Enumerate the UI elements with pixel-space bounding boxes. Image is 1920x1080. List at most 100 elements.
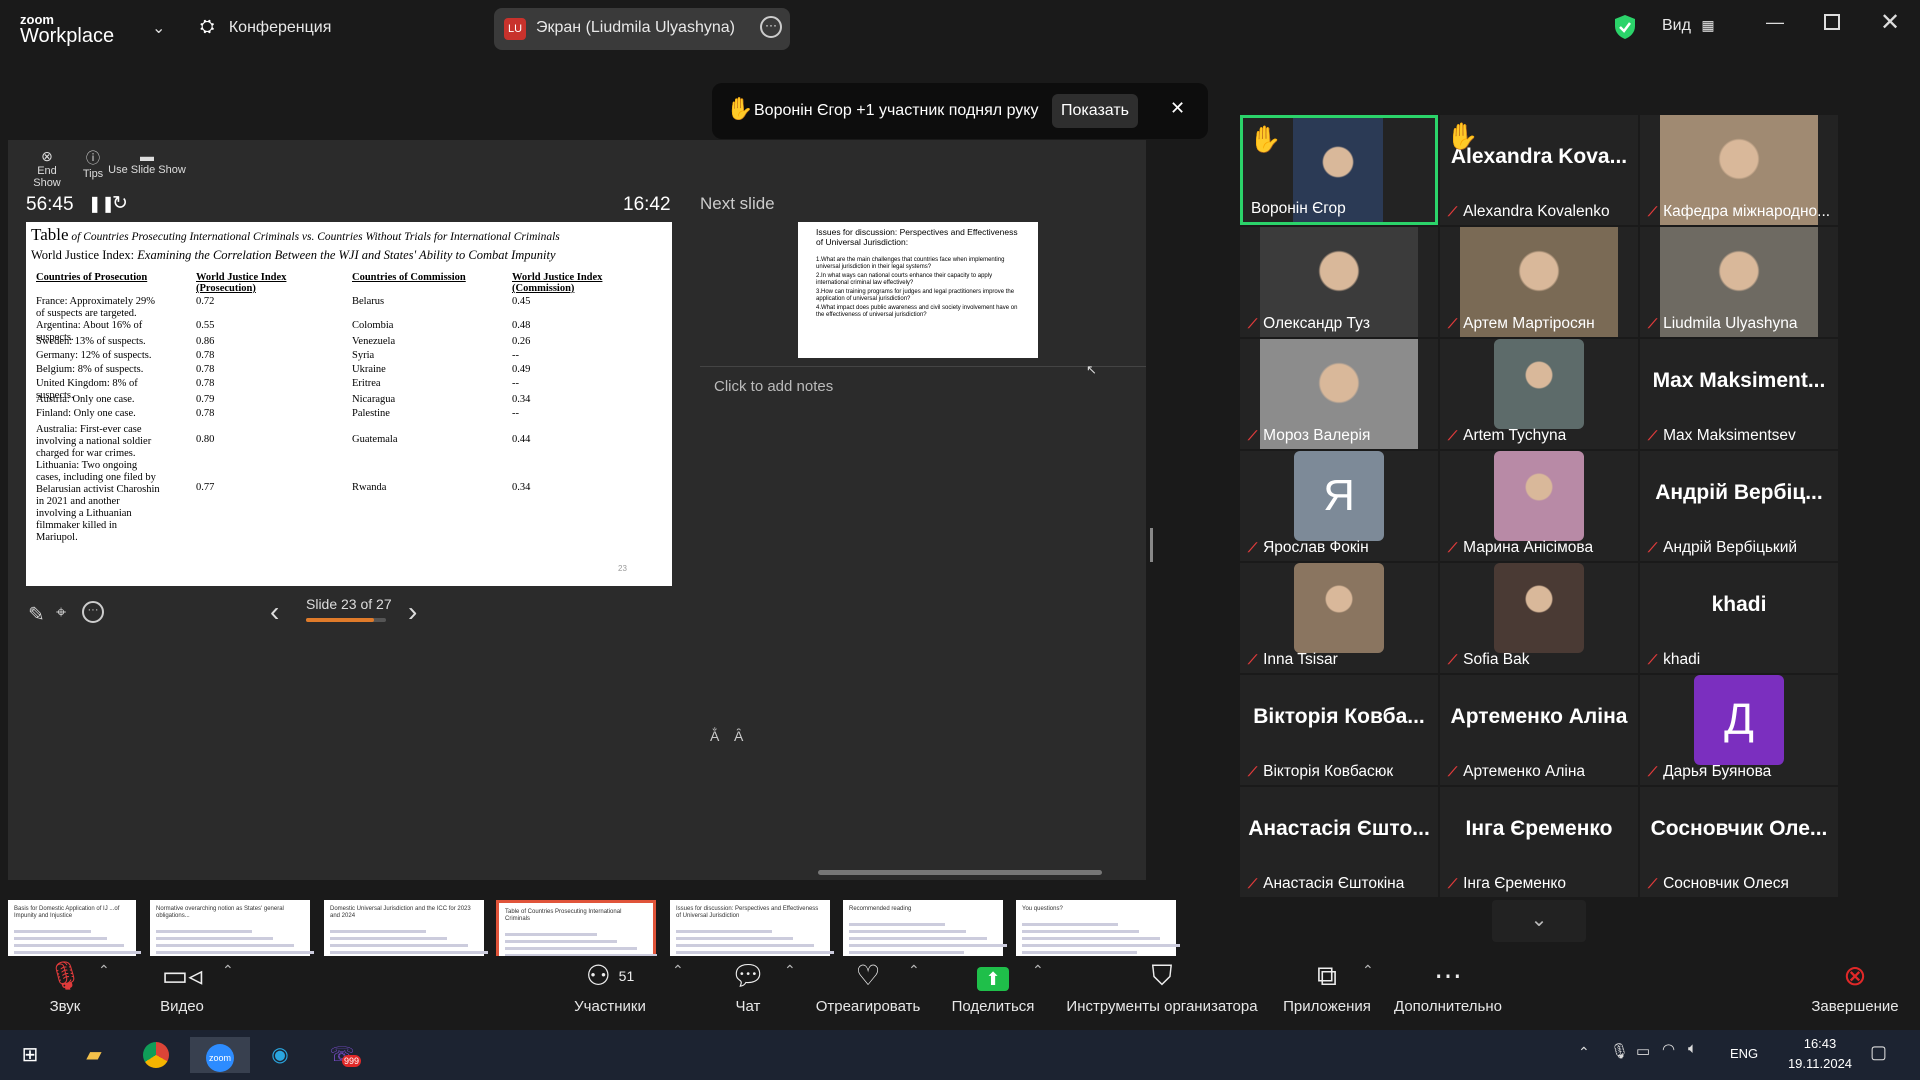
close-icon[interactable]: ✕ (1880, 8, 1900, 37)
participant-tile[interactable]: Д ⟋ Дарья Буянова (1640, 675, 1838, 785)
participant-tile[interactable]: khadi ⟋ khadi (1640, 563, 1838, 673)
participant-tile[interactable]: ⟋ Марина Анісімова (1440, 451, 1638, 561)
chat-icon: 💬︎ (730, 960, 766, 991)
thumbnail-line (849, 937, 987, 940)
participants-options-icon[interactable]: ⌃ (672, 962, 684, 979)
participant-tile[interactable]: ⟋ Олександр Туз (1240, 227, 1438, 337)
video-button[interactable]: ▭◃ Видео (152, 956, 212, 1015)
battery-icon[interactable]: ▭ (1636, 1042, 1650, 1060)
security-shield-icon[interactable] (1614, 14, 1636, 40)
minimize-icon[interactable]: — (1766, 12, 1784, 33)
thumbnail-line (849, 944, 1008, 947)
apps-options-icon[interactable]: ⌃ (1362, 962, 1374, 979)
participant-tile[interactable]: Артеменко Аліна ⟋ Артеменко Аліна (1440, 675, 1638, 785)
end-label: Завершение (1811, 998, 1899, 1015)
share-button[interactable]: ⬆ Поделиться (948, 956, 1038, 1015)
participant-tile[interactable]: Я ⟋ Ярослав Фокін (1240, 451, 1438, 561)
chevron-down-icon[interactable]: ⌄ (152, 18, 165, 38)
host-tools-button[interactable]: ⛉ Инструменты организатора (1064, 956, 1260, 1015)
resize-handle[interactable] (1150, 528, 1153, 562)
participant-tile[interactable]: ⟋ Artem Tychyna (1440, 339, 1638, 449)
chat-button[interactable]: 💬︎ Чат (724, 956, 772, 1015)
viber-icon[interactable]: ☏ 999 (324, 1037, 362, 1073)
participant-tile[interactable]: Андрій Вербіц... ⟋ Андрій Вербіцький (1640, 451, 1838, 561)
file-explorer-icon[interactable]: ▰ (76, 1037, 112, 1073)
dismiss-icon[interactable]: ✕ (1170, 98, 1185, 119)
restore-icon[interactable] (1824, 14, 1840, 30)
participants-count: 51 (618, 968, 635, 984)
participant-name: ⟋ Inna Tsisar (1248, 651, 1338, 669)
tray-mic-icon[interactable]: 🎙︎ (1610, 1042, 1629, 1060)
react-label: Отреагировать (815, 998, 921, 1015)
audio-button[interactable]: 🎙︎ Звук (36, 956, 94, 1015)
clock-time[interactable]: 16:43 (1780, 1036, 1860, 1051)
windows-taskbar: ⊞ ▰ zoom ◉ ☏ 999 ⌃ 🎙︎ ▭ ◠ 🔈︎ ENG 16:43 19… (0, 1030, 1920, 1080)
mic-muted-icon: ⟋ (1648, 876, 1658, 891)
edge-icon[interactable]: ◉ (262, 1037, 298, 1073)
participant-tile[interactable]: Сосновчик Оле... ⟋ Сосновчик Олеся (1640, 787, 1838, 897)
tray-chevron-icon[interactable]: ⌃ (1578, 1044, 1590, 1061)
participants-gallery: ✋ Воронін Єгор Alexandra Kova... ✋ ⟋ Alexandr… (1240, 115, 1840, 905)
participant-tile[interactable]: Вікторія Ковба... ⟋ Вікторія Ковбасюк (1240, 675, 1438, 785)
mic-muted-icon: 🎙︎ (47, 960, 83, 991)
raised-hand-icon: ✋ (1249, 124, 1282, 154)
thumbnail-line (14, 951, 141, 954)
mic-muted-icon: ⟋ (1648, 540, 1658, 555)
chat-options-icon[interactable]: ⌃ (784, 962, 796, 979)
participant-tile[interactable]: ⟋ Артем Мартіросян (1440, 227, 1638, 337)
thumbnail-line (676, 930, 772, 933)
participant-tile[interactable]: ⟋ Sofia Bak (1440, 563, 1638, 673)
clock-date[interactable]: 19.11.2024 (1780, 1056, 1860, 1071)
participant-name-text: Анастасія Єштокіна (1263, 875, 1405, 892)
participant-tile[interactable]: ⟋ Кафедра міжнародно... (1640, 115, 1838, 225)
end-meeting-button[interactable]: ⊗ Завершение (1810, 956, 1900, 1015)
thumbnail-title: Table of Countries Prosecuting Internati… (505, 909, 622, 922)
grid-icon: ▦ (1701, 17, 1715, 33)
thumbnail-line (330, 930, 426, 933)
share-options-icon[interactable]: ⌃ (1032, 962, 1044, 979)
thumbnail-line (156, 951, 315, 954)
camera-icon: ▭◃ (161, 960, 203, 991)
volume-icon[interactable]: 🔈︎ (1688, 1040, 1697, 1057)
view-menu[interactable]: Вид ▦ (1662, 17, 1715, 35)
mic-muted-icon: ⟋ (1648, 764, 1658, 779)
react-options-icon[interactable]: ⌃ (908, 962, 920, 979)
thumbnail-line (849, 930, 966, 933)
thumbnail-scrollbar[interactable] (818, 870, 1102, 875)
participant-tile[interactable]: Анастасія Єшто... ⟋ Анастасія Єштокіна (1240, 787, 1438, 897)
start-icon[interactable]: ⊞ (12, 1037, 48, 1073)
participant-tile[interactable]: ⟋ Inna Tsisar (1240, 563, 1438, 673)
participants-label: Участники (574, 998, 646, 1015)
participant-tile[interactable]: ✋ Воронін Єгор (1240, 115, 1438, 225)
audio-options-icon[interactable]: ⌃ (98, 962, 110, 979)
thumbnail-line (156, 937, 273, 940)
participants-button[interactable]: ⚇ 51 Участники (570, 956, 650, 1015)
screen-share-indicator[interactable]: LU Экран (Liudmila Ulyashyna) ··· (494, 8, 790, 50)
chrome-icon[interactable] (138, 1037, 174, 1073)
participant-tile[interactable]: Alexandra Kova... ✋ ⟋ Alexandra Kovalenko (1440, 115, 1638, 225)
react-button[interactable]: ♡ Отреагировать (814, 956, 922, 1015)
apps-button[interactable]: ⧉ Приложения (1280, 956, 1374, 1015)
meeting-menu[interactable]: ⛭ Конференция (200, 16, 331, 37)
more-button[interactable]: ⋯ Дополнительно (1392, 956, 1504, 1015)
participant-tile[interactable]: ⟋ Мороз Валерія (1240, 339, 1438, 449)
participant-tile[interactable]: Max Maksiment... ⟋ Max Maksimentsev (1640, 339, 1838, 449)
participant-tile[interactable]: Інга Єременко ⟋ Інга Єременко (1440, 787, 1638, 897)
mic-muted-icon: ⟋ (1248, 876, 1258, 891)
thumbnail-line (1022, 923, 1118, 926)
share-options-icon[interactable]: ··· (760, 16, 782, 38)
notifications-icon[interactable]: ▢ (1870, 1042, 1887, 1063)
gallery-next-page-icon[interactable]: ⌄ (1492, 900, 1586, 942)
participant-name-text: Артеменко Аліна (1463, 763, 1585, 780)
zoom-taskbar-icon[interactable]: zoom (190, 1037, 250, 1073)
participant-name: ⟋ Sofia Bak (1448, 651, 1529, 669)
mic-muted-icon: ⟋ (1248, 316, 1258, 331)
participant-tile[interactable]: ⟋ Liudmila Ulyashyna (1640, 227, 1838, 337)
thumbnail-line (1022, 930, 1139, 933)
language-indicator[interactable]: ENG (1730, 1046, 1758, 1061)
wifi-icon[interactable]: ◠ (1662, 1040, 1675, 1058)
video-options-icon[interactable]: ⌃ (222, 962, 234, 979)
show-button[interactable]: Показать (1052, 94, 1138, 128)
participant-name-text: Кафедра міжнародно... (1663, 203, 1831, 220)
thumbnail-line (1022, 944, 1181, 947)
